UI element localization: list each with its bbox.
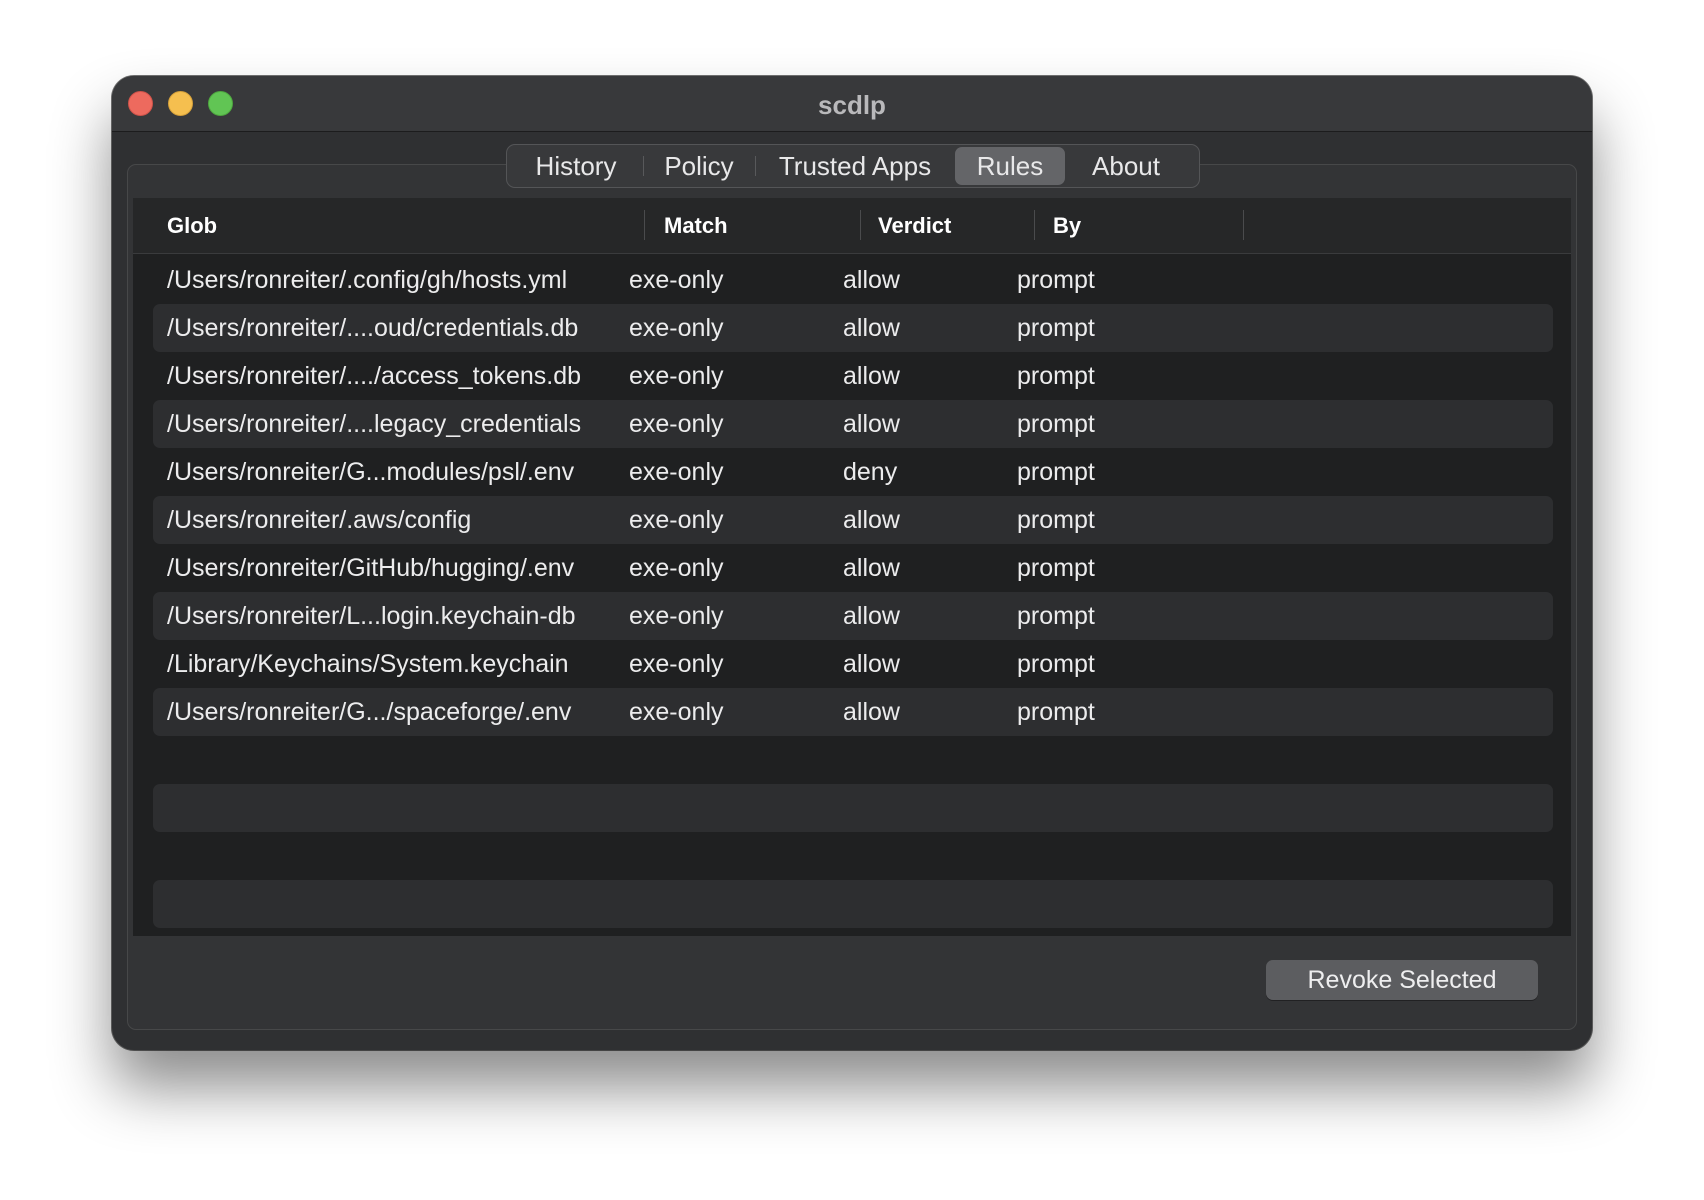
tab-history[interactable]: History	[509, 147, 643, 185]
glob-cell: /Users/ronreiter/....legacy_credentials	[167, 410, 582, 438]
by-cell: prompt	[1017, 314, 1095, 342]
tab-about[interactable]: About	[1065, 147, 1187, 185]
match-cell: exe-only	[629, 698, 724, 726]
window-title: scdlp	[818, 90, 886, 120]
verdict-cell: allow	[843, 266, 900, 294]
match-cell: exe-only	[629, 410, 724, 438]
table-header: Glob Match Verdict By	[133, 198, 1571, 254]
verdict-cell: allow	[843, 554, 900, 582]
tab-policy[interactable]: Policy	[643, 147, 755, 185]
table-row[interactable]: /Users/ronreiter/.aws/config exe-only al…	[153, 496, 1553, 544]
match-cell: exe-only	[629, 266, 724, 294]
table-row[interactable]: /Users/ronreiter/G...modules/psl/.env ex…	[153, 448, 1553, 496]
tab-trusted-apps[interactable]: Trusted Apps	[755, 147, 955, 185]
column-header-verdict[interactable]: Verdict	[878, 198, 951, 254]
empty-row	[153, 784, 1553, 832]
by-cell: prompt	[1017, 410, 1095, 438]
glob-cell: /Users/ronreiter/..../access_tokens.db	[167, 362, 582, 390]
verdict-cell: allow	[843, 698, 900, 726]
glob-cell: /Users/ronreiter/G.../spaceforge/.env	[167, 698, 572, 726]
column-divider[interactable]	[1034, 210, 1035, 240]
table-row[interactable]: /Users/ronreiter/G.../spaceforge/.env ex…	[153, 688, 1553, 736]
verdict-cell: allow	[843, 650, 900, 678]
revoke-selected-button[interactable]: Revoke Selected	[1266, 960, 1538, 1000]
column-divider[interactable]	[1243, 210, 1244, 240]
glob-cell: /Users/ronreiter/G...modules/psl/.env	[167, 458, 575, 486]
tab-rules[interactable]: Rules	[955, 147, 1065, 185]
table-row[interactable]: /Users/ronreiter/.config/gh/hosts.yml ex…	[153, 256, 1553, 304]
verdict-cell: deny	[843, 458, 898, 486]
verdict-cell: allow	[843, 362, 900, 390]
match-cell: exe-only	[629, 458, 724, 486]
by-cell: prompt	[1017, 458, 1095, 486]
column-header-glob[interactable]: Glob	[167, 198, 217, 254]
table-row[interactable]: /Users/ronreiter/....legacy_credentials …	[153, 400, 1553, 448]
match-cell: exe-only	[629, 602, 724, 630]
match-cell: exe-only	[629, 362, 724, 390]
table-row[interactable]: /Users/ronreiter/..../access_tokens.db e…	[153, 352, 1553, 400]
column-header-match[interactable]: Match	[664, 198, 728, 254]
column-divider[interactable]	[860, 210, 861, 240]
table-row[interactable]: /Users/ronreiter/L...login.keychain-db e…	[153, 592, 1553, 640]
glob-cell: /Users/ronreiter/.config/gh/hosts.yml	[167, 266, 568, 294]
glob-cell: /Users/ronreiter/L...login.keychain-db	[167, 602, 576, 630]
glob-cell: /Users/ronreiter/.aws/config	[167, 506, 472, 534]
empty-row	[153, 880, 1553, 928]
match-cell: exe-only	[629, 506, 724, 534]
match-cell: exe-only	[629, 650, 724, 678]
by-cell: prompt	[1017, 362, 1095, 390]
empty-row	[153, 832, 1553, 880]
verdict-cell: allow	[843, 314, 900, 342]
app-window: scdlp History Policy Trusted Apps Rules …	[112, 76, 1592, 1050]
by-cell: prompt	[1017, 266, 1095, 294]
match-cell: exe-only	[629, 554, 724, 582]
glob-cell: /Users/ronreiter/....oud/credentials.db	[167, 314, 579, 342]
by-cell: prompt	[1017, 698, 1095, 726]
rules-table[interactable]: Glob Match Verdict By /Users/ronreiter/.…	[133, 198, 1571, 936]
match-cell: exe-only	[629, 314, 724, 342]
column-header-by[interactable]: By	[1053, 198, 1081, 254]
verdict-cell: allow	[843, 506, 900, 534]
glob-cell: /Library/Keychains/System.keychain	[167, 650, 569, 678]
by-cell: prompt	[1017, 506, 1095, 534]
glob-cell: /Users/ronreiter/GitHub/hugging/.env	[167, 554, 575, 582]
by-cell: prompt	[1017, 650, 1095, 678]
verdict-cell: allow	[843, 410, 900, 438]
table-row[interactable]: /Users/ronreiter/GitHub/hugging/.env exe…	[153, 544, 1553, 592]
column-divider[interactable]	[644, 210, 645, 240]
by-cell: prompt	[1017, 554, 1095, 582]
by-cell: prompt	[1017, 602, 1095, 630]
title-bar[interactable]: scdlp	[112, 76, 1592, 132]
empty-row	[153, 736, 1553, 784]
verdict-cell: allow	[843, 602, 900, 630]
tab-bar: History Policy Trusted Apps Rules About	[506, 144, 1200, 188]
table-row[interactable]: /Users/ronreiter/....oud/credentials.db …	[153, 304, 1553, 352]
table-row[interactable]: /Library/Keychains/System.keychain exe-o…	[153, 640, 1553, 688]
